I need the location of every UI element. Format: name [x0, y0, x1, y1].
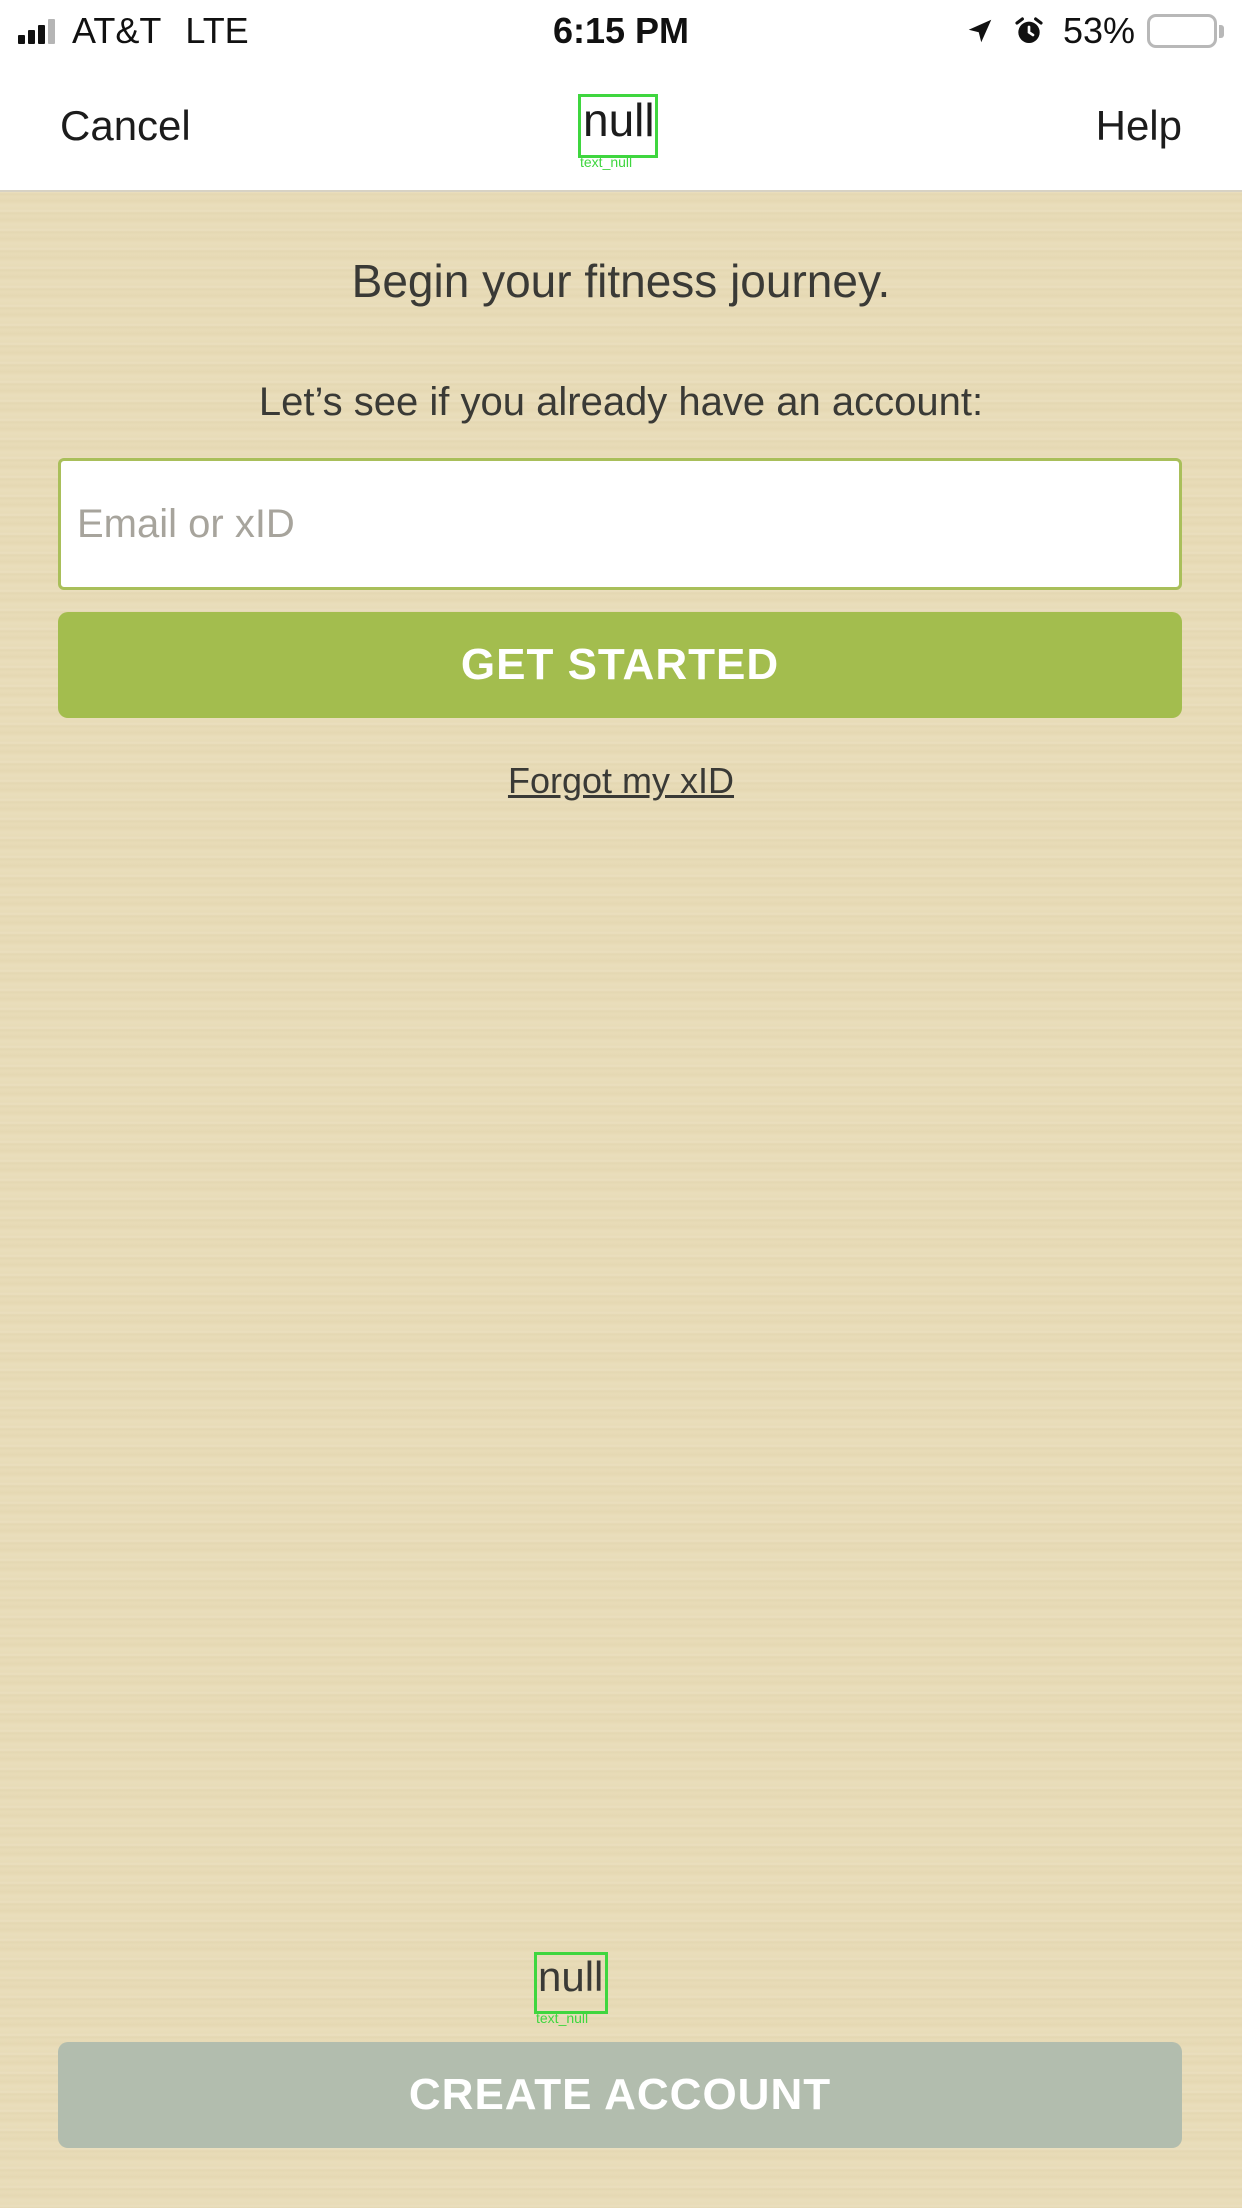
- forgot-xid-link-row: Forgot my xID: [0, 760, 1242, 802]
- help-button[interactable]: Help: [1096, 102, 1182, 150]
- alarm-clock-icon: [1013, 15, 1045, 47]
- subheading: Let’s see if you already have an account…: [258, 380, 984, 424]
- location-arrow-icon: [965, 16, 995, 46]
- battery-icon: [1147, 14, 1224, 48]
- status-right: 53%: [965, 0, 1224, 62]
- email-field[interactable]: [58, 458, 1182, 590]
- forgot-xid-link[interactable]: Forgot my xID: [508, 760, 734, 801]
- page-title: null: [578, 94, 658, 158]
- status-bar: AT&T LTE 6:15 PM 53%: [0, 0, 1242, 62]
- nav-bar: Cancel null text_null Help: [0, 62, 1242, 192]
- footer-label-tag: text_null: [536, 2010, 589, 2026]
- battery-percent: 53%: [1062, 10, 1135, 51]
- get-started-button[interactable]: GET STARTED: [58, 612, 1182, 718]
- cancel-button[interactable]: Cancel: [60, 102, 191, 150]
- footer-label: null: [534, 1952, 608, 2014]
- headline: Begin your fitness journey.: [351, 255, 891, 307]
- create-account-button[interactable]: CREATE ACCOUNT: [58, 2042, 1182, 2148]
- page-title-tag: text_null: [580, 154, 633, 170]
